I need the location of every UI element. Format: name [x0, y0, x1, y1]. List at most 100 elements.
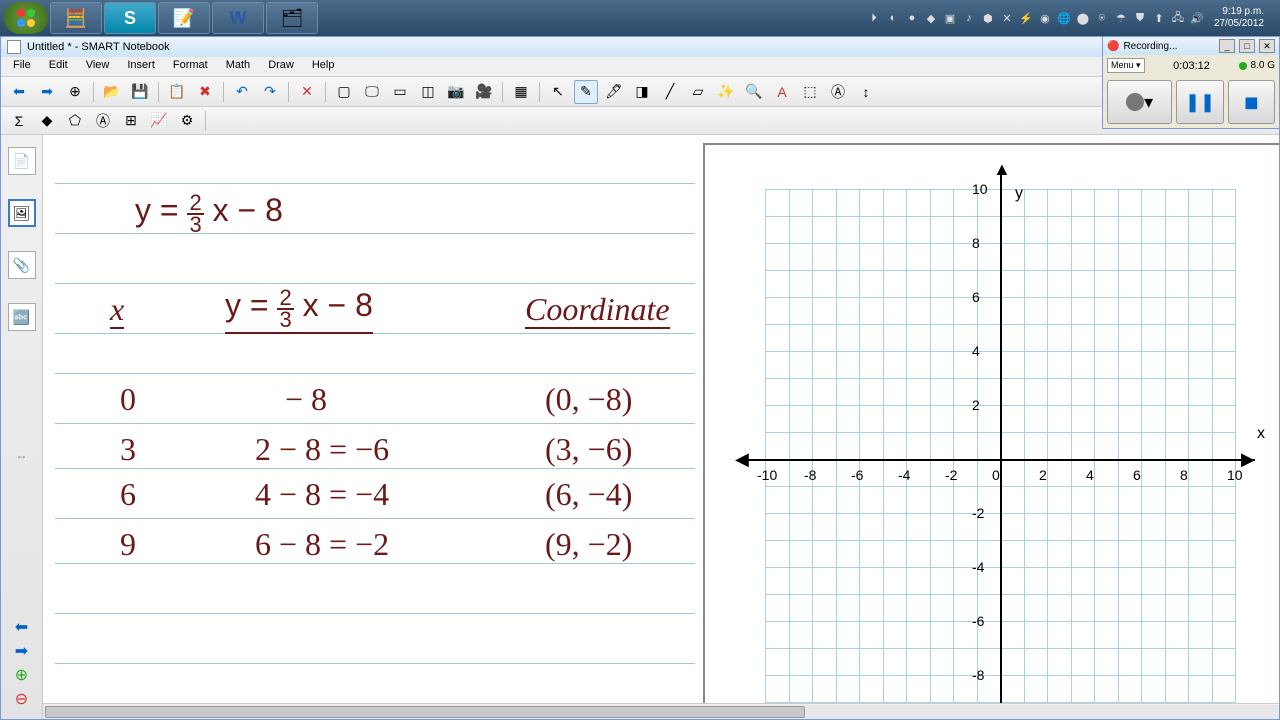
add-page-button[interactable]: ⊕: [63, 80, 87, 104]
menu-edit[interactable]: Edit: [41, 57, 76, 76]
row-coord: (9, −2): [545, 528, 632, 560]
fill-tool[interactable]: 🔍: [742, 80, 766, 104]
tray-icon[interactable]: ⏵: [866, 10, 882, 26]
close-button[interactable]: ✕: [1259, 39, 1275, 53]
add-slide-button[interactable]: ⊕: [9, 665, 35, 685]
tray-icon[interactable]: ◉: [1037, 10, 1053, 26]
grid-button[interactable]: ⊞: [119, 109, 143, 133]
menu-format[interactable]: Format: [165, 57, 216, 76]
tray-icon[interactable]: ⬆: [1151, 10, 1167, 26]
tray-icon[interactable]: ⚡: [1018, 10, 1034, 26]
tray-icon[interactable]: ◆: [923, 10, 939, 26]
save-button[interactable]: 💾: [128, 80, 152, 104]
tray-icon[interactable]: ✕: [999, 10, 1015, 26]
taskbar-app-notebook[interactable]: 📝: [158, 2, 210, 34]
prev-page-arrow[interactable]: ⬅: [9, 617, 35, 637]
pen-tool[interactable]: ✎: [574, 80, 598, 104]
delete-button[interactable]: ✖: [193, 80, 217, 104]
back-button[interactable]: ⬅: [7, 80, 31, 104]
tools-button[interactable]: ⚙: [175, 109, 199, 133]
canvas[interactable]: y = 23 x − 8 x y = 23 x − 8 Coordinate 0…: [43, 135, 1279, 719]
undo-button[interactable]: ↶: [230, 80, 254, 104]
menu-draw[interactable]: Draw: [260, 57, 302, 76]
gallery-tab[interactable]: 🖼: [8, 199, 36, 227]
tray-icon[interactable]: ●: [904, 10, 920, 26]
equation-main: y = 23 x − 8: [135, 193, 283, 235]
tray-icon[interactable]: ⬢: [980, 10, 996, 26]
col-header-coord: Coordinate: [525, 293, 670, 329]
forward-button[interactable]: ➡: [35, 80, 59, 104]
measurement-button[interactable]: Ⓐ: [826, 80, 850, 104]
irregular-button[interactable]: ⬠: [63, 109, 87, 133]
recorder-titlebar[interactable]: 🔴 Recording... _ □ ✕: [1103, 37, 1279, 55]
menubar: File Edit View Insert Format Math Draw H…: [1, 57, 1279, 77]
row-calc: 4 − 8 = −4: [255, 478, 389, 510]
menu-view[interactable]: View: [78, 57, 118, 76]
taskbar-app-skype[interactable]: S: [104, 2, 156, 34]
tray-icon[interactable]: ♪: [961, 10, 977, 26]
eraser-tool[interactable]: ◨: [630, 80, 654, 104]
menu-math[interactable]: Math: [218, 57, 258, 76]
select-tool[interactable]: ↖: [546, 80, 570, 104]
tray-icon[interactable]: ☂: [1113, 10, 1129, 26]
graph-button[interactable]: 📈: [147, 109, 171, 133]
horizontal-scrollbar[interactable]: [43, 703, 1279, 719]
menu-file[interactable]: File: [5, 57, 39, 76]
menu-help[interactable]: Help: [304, 57, 343, 76]
properties-button[interactable]: ⬚: [798, 80, 822, 104]
pause-button[interactable]: ❚❚: [1176, 80, 1223, 124]
taskbar-app-explorer[interactable]: 🗂: [266, 2, 318, 34]
magic-pen-tool[interactable]: ✨: [714, 80, 738, 104]
sigma-button[interactable]: Σ: [7, 109, 31, 133]
fullscreen-button[interactable]: 🖵: [360, 80, 384, 104]
x-axis-label: x: [1257, 425, 1265, 443]
paste-button[interactable]: 📋: [165, 80, 189, 104]
screen-shade-button[interactable]: ▢: [332, 80, 356, 104]
taskbar-app-word[interactable]: W: [212, 2, 264, 34]
start-button[interactable]: [4, 2, 48, 34]
shape-tool[interactable]: ▱: [686, 80, 710, 104]
row-x: 3: [120, 433, 136, 465]
text-tool[interactable]: A: [770, 80, 794, 104]
compass-button[interactable]: Ⓐ: [91, 109, 115, 133]
creative-pen-tool[interactable]: 🖊: [602, 80, 626, 104]
clear-button[interactable]: ✕: [295, 80, 319, 104]
capture-button[interactable]: 📷: [444, 80, 468, 104]
recorder-menu-dropdown[interactable]: Menu ▾: [1107, 58, 1145, 73]
record-button[interactable]: ▾: [1107, 80, 1172, 124]
move-toolbar-button[interactable]: ↕: [854, 80, 878, 104]
taskbar-app-calc[interactable]: 🧮: [50, 2, 102, 34]
delete-slide-button[interactable]: ⊖: [9, 689, 35, 709]
cartesian-grid: ◀▶▲▼-10-8-6-4-20246810-10-8-6-4-2246810: [765, 189, 1235, 719]
open-button[interactable]: 📂: [100, 80, 124, 104]
menu-insert[interactable]: Insert: [119, 57, 163, 76]
dual-page-button[interactable]: ▭: [388, 80, 412, 104]
smart-notebook-window: Untitled * - SMART Notebook File Edit Vi…: [0, 36, 1280, 720]
tray-icon[interactable]: 🖧: [1170, 10, 1186, 26]
taskbar-clock[interactable]: 9:19 p.m. 27/05/2012: [1208, 6, 1270, 30]
redo-button[interactable]: ↷: [258, 80, 282, 104]
tray-icon[interactable]: ⛊: [1132, 10, 1148, 26]
stop-button[interactable]: ◼: [1228, 80, 1275, 124]
tray-volume-icon[interactable]: 🔊: [1189, 10, 1205, 26]
table-button[interactable]: ▦: [509, 80, 533, 104]
panel-resize-handle[interactable]: ↔: [15, 435, 29, 475]
properties-tab[interactable]: 🔤: [8, 303, 36, 331]
attachments-tab[interactable]: 📎: [8, 251, 36, 279]
tray-icon[interactable]: ⬤: [1075, 10, 1091, 26]
tray-icon[interactable]: ◐: [885, 10, 901, 26]
recorder-elapsed: 0:03:12: [1149, 60, 1235, 72]
row-x: 0: [120, 383, 136, 415]
minimize-button[interactable]: _: [1219, 39, 1235, 53]
page-sorter-tab[interactable]: 📄: [8, 147, 36, 175]
shapes-button[interactable]: ◆: [35, 109, 59, 133]
document-camera-button[interactable]: 🎥: [472, 80, 496, 104]
transparent-button[interactable]: ◫: [416, 80, 440, 104]
next-page-arrow[interactable]: ➡: [9, 641, 35, 661]
ruled-paper: y = 23 x − 8 x y = 23 x − 8 Coordinate 0…: [55, 143, 695, 719]
tray-icon[interactable]: ⍟: [1094, 10, 1110, 26]
line-tool[interactable]: ╱: [658, 80, 682, 104]
tray-icon[interactable]: ▣: [942, 10, 958, 26]
tray-icon[interactable]: 🌐: [1056, 10, 1072, 26]
maximize-button[interactable]: □: [1239, 39, 1255, 53]
